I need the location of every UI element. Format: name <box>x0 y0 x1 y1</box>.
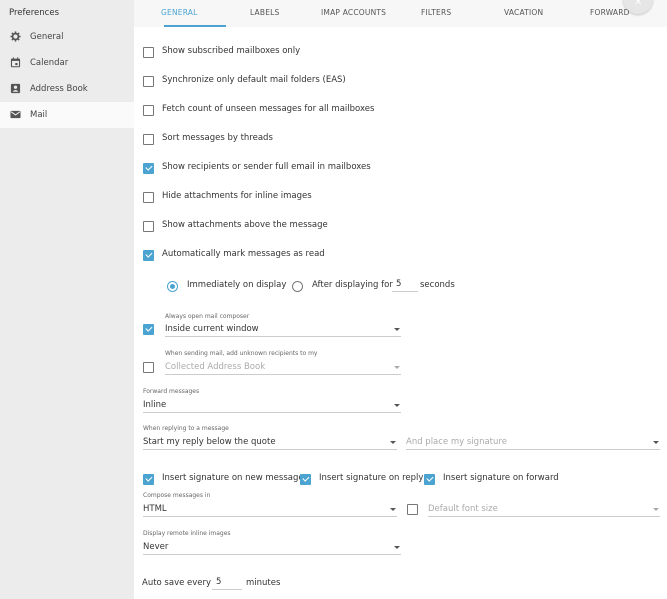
option-label: Insert signature on new message <box>162 473 304 483</box>
unknown-recipients-value: Collected Address Book <box>165 362 266 372</box>
checkbox[interactable] <box>143 105 154 116</box>
active-tab-indicator <box>164 25 226 27</box>
sidebar-item-label: Address Book <box>30 84 88 94</box>
close-icon: ✕ <box>634 0 643 8</box>
envelope-icon <box>10 110 21 119</box>
sidebar-item-calendar[interactable]: Calendar <box>0 50 134 76</box>
checkbox[interactable] <box>143 47 154 58</box>
radio-after-delay-label: After displaying for <box>312 280 393 290</box>
reply-position-value: Start my reply below the quote <box>143 437 276 447</box>
calendar-icon <box>10 57 21 68</box>
chevron-down-icon <box>394 366 400 369</box>
font-size-placeholder: Default font size <box>428 504 498 514</box>
option-label: Show attachments above the message <box>162 220 328 230</box>
option-label: Show recipients or sender full email in … <box>162 162 371 172</box>
sidebar-item-address-book[interactable]: Address Book <box>0 76 134 102</box>
forward-select[interactable]: Inline <box>143 398 401 413</box>
unknown-recipients-checkbox[interactable] <box>143 362 154 373</box>
checkbox[interactable] <box>143 221 154 232</box>
sidebar: Preferences General Calendar Address Boo… <box>0 0 134 599</box>
unknown-recipients-caption: When sending mail, add unknown recipient… <box>165 350 318 357</box>
sidebar-item-label: General <box>30 32 64 42</box>
composer-value: Inside current window <box>165 324 259 334</box>
option-label: Hide attachments for inline images <box>162 191 312 201</box>
checkbox[interactable] <box>143 474 154 485</box>
sidebar-item-label: Mail <box>30 110 48 120</box>
signature-placement-placeholder: And place my signature <box>406 437 507 447</box>
autosave-unit: minutes <box>246 578 281 588</box>
font-size-checkbox[interactable] <box>407 504 418 515</box>
autosave-value: 5 <box>216 577 222 587</box>
contact-card-icon <box>10 83 21 94</box>
tab-bar: GENERAL LABELS IMAP ACCOUNTS FILTERS VAC… <box>134 0 667 27</box>
compose-format-value: HTML <box>143 504 167 514</box>
checkbox[interactable] <box>143 76 154 87</box>
option-label: Synchronize only default mail folders (E… <box>162 75 346 85</box>
remote-images-select[interactable]: Never <box>143 540 401 555</box>
compose-format-select[interactable]: HTML <box>143 502 397 517</box>
signature-placement-select[interactable]: And place my signature <box>406 435 660 450</box>
radio-immediately-label: Immediately on display <box>187 280 287 290</box>
checkbox[interactable] <box>143 250 154 261</box>
seconds-unit: seconds <box>420 280 455 290</box>
chevron-down-icon <box>390 508 396 511</box>
chevron-down-icon <box>390 441 396 444</box>
sidebar-item-general[interactable]: General <box>0 24 134 50</box>
tab-labels[interactable]: LABELS <box>250 8 280 17</box>
option-label: Fetch count of unseen messages for all m… <box>162 104 375 114</box>
checkbox[interactable] <box>143 192 154 203</box>
option-label: Insert signature on forward <box>443 473 559 483</box>
radio-immediately[interactable] <box>167 281 178 292</box>
composer-checkbox[interactable] <box>143 324 154 335</box>
option-label: Sort messages by threads <box>162 133 273 143</box>
tab-filters[interactable]: FILTERS <box>421 8 451 17</box>
tab-general[interactable]: GENERAL <box>161 8 198 17</box>
checkbox[interactable] <box>143 134 154 145</box>
unknown-recipients-select[interactable]: Collected Address Book <box>165 360 401 375</box>
reply-caption: When replying to a message <box>143 425 229 432</box>
tab-imap-accounts[interactable]: IMAP ACCOUNTS <box>321 8 386 17</box>
chevron-down-icon <box>653 441 659 444</box>
chevron-down-icon <box>394 404 400 407</box>
chevron-down-icon <box>394 328 400 331</box>
checkbox[interactable] <box>143 163 154 174</box>
composer-select[interactable]: Inside current window <box>165 322 401 337</box>
tab-forward[interactable]: FORWARD <box>590 8 630 17</box>
font-size-select[interactable]: Default font size <box>428 502 660 517</box>
forward-value: Inline <box>143 400 167 410</box>
remote-images-caption: Display remote inline images <box>143 530 231 537</box>
radio-after-delay[interactable] <box>292 281 303 292</box>
option-label: Insert signature on reply <box>319 473 424 483</box>
checkbox[interactable] <box>300 474 311 485</box>
reply-position-select[interactable]: Start my reply below the quote <box>143 435 397 450</box>
option-label: Automatically mark messages as read <box>162 249 325 259</box>
compose-caption: Compose messages in <box>143 492 211 499</box>
option-label: Show subscribed mailboxes only <box>162 46 301 56</box>
chevron-down-icon <box>653 508 659 511</box>
tab-vacation[interactable]: VACATION <box>504 8 543 17</box>
checkbox[interactable] <box>424 474 435 485</box>
forward-caption: Forward messages <box>143 388 200 395</box>
mail-preferences-panel: GENERAL LABELS IMAP ACCOUNTS FILTERS VAC… <box>134 0 667 599</box>
seconds-input[interactable]: 5 <box>392 278 418 292</box>
sidebar-item-mail[interactable]: Mail <box>0 102 134 128</box>
composer-caption: Always open mail composer <box>165 313 250 320</box>
gear-icon <box>10 31 21 42</box>
autosave-input[interactable]: 5 <box>212 576 242 590</box>
autosave-label: Auto save every <box>142 578 212 588</box>
sidebar-item-label: Calendar <box>30 58 69 68</box>
sidebar-title: Preferences <box>9 8 59 18</box>
seconds-value: 5 <box>396 279 402 289</box>
remote-images-value: Never <box>143 542 169 552</box>
chevron-down-icon <box>394 546 400 549</box>
